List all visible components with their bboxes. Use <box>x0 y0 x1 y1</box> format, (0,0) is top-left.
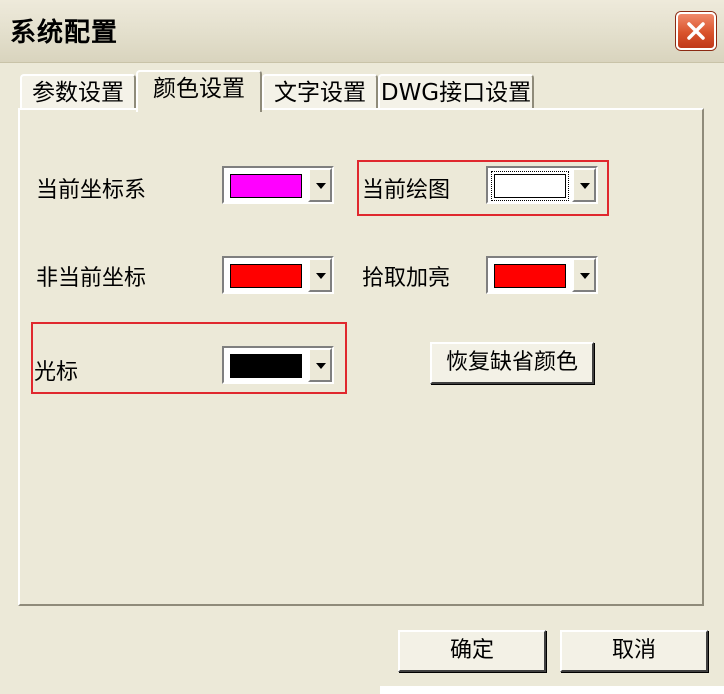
tab-dwg-interface[interactable]: DWG接口设置 <box>378 74 534 110</box>
cursor-swatch <box>230 354 302 378</box>
cursor-color-picker[interactable] <box>222 346 334 384</box>
label-cursor: 光标 <box>34 360 79 385</box>
label-pick-highlight: 拾取加亮 <box>362 266 451 291</box>
ok-button[interactable]: 确定 <box>398 630 546 672</box>
window-title: 系统配置 <box>10 18 119 48</box>
non-current-coord-swatch <box>230 264 302 288</box>
current-coord-swatch <box>230 174 302 198</box>
non-current-coord-dropdown[interactable] <box>308 258 332 292</box>
tab-parameters[interactable]: 参数设置 <box>20 74 136 110</box>
restore-default-colors-button[interactable]: 恢复缺省颜色 <box>430 342 594 384</box>
current-draw-color-picker[interactable] <box>486 166 598 204</box>
current-coord-color-picker[interactable] <box>222 166 334 204</box>
label-current-coord: 当前坐标系 <box>36 178 147 203</box>
tab-colors[interactable]: 颜色设置 <box>136 70 262 112</box>
current-draw-dropdown[interactable] <box>572 168 596 202</box>
label-current-draw: 当前绘图 <box>362 178 451 203</box>
current-draw-swatch <box>491 171 569 201</box>
cancel-button[interactable]: 取消 <box>560 630 708 672</box>
pick-highlight-swatch <box>494 264 566 288</box>
label-non-current-coord: 非当前坐标 <box>36 266 147 291</box>
tab-text[interactable]: 文字设置 <box>262 74 378 110</box>
title-bar: 系统配置 <box>0 0 724 63</box>
cursor-dropdown[interactable] <box>308 348 332 382</box>
pick-highlight-dropdown[interactable] <box>572 258 596 292</box>
non-current-coord-color-picker[interactable] <box>222 256 334 294</box>
pick-highlight-color-picker[interactable] <box>486 256 598 294</box>
background-edge <box>380 686 724 694</box>
close-button[interactable] <box>676 12 716 50</box>
current-coord-dropdown[interactable] <box>308 168 332 202</box>
